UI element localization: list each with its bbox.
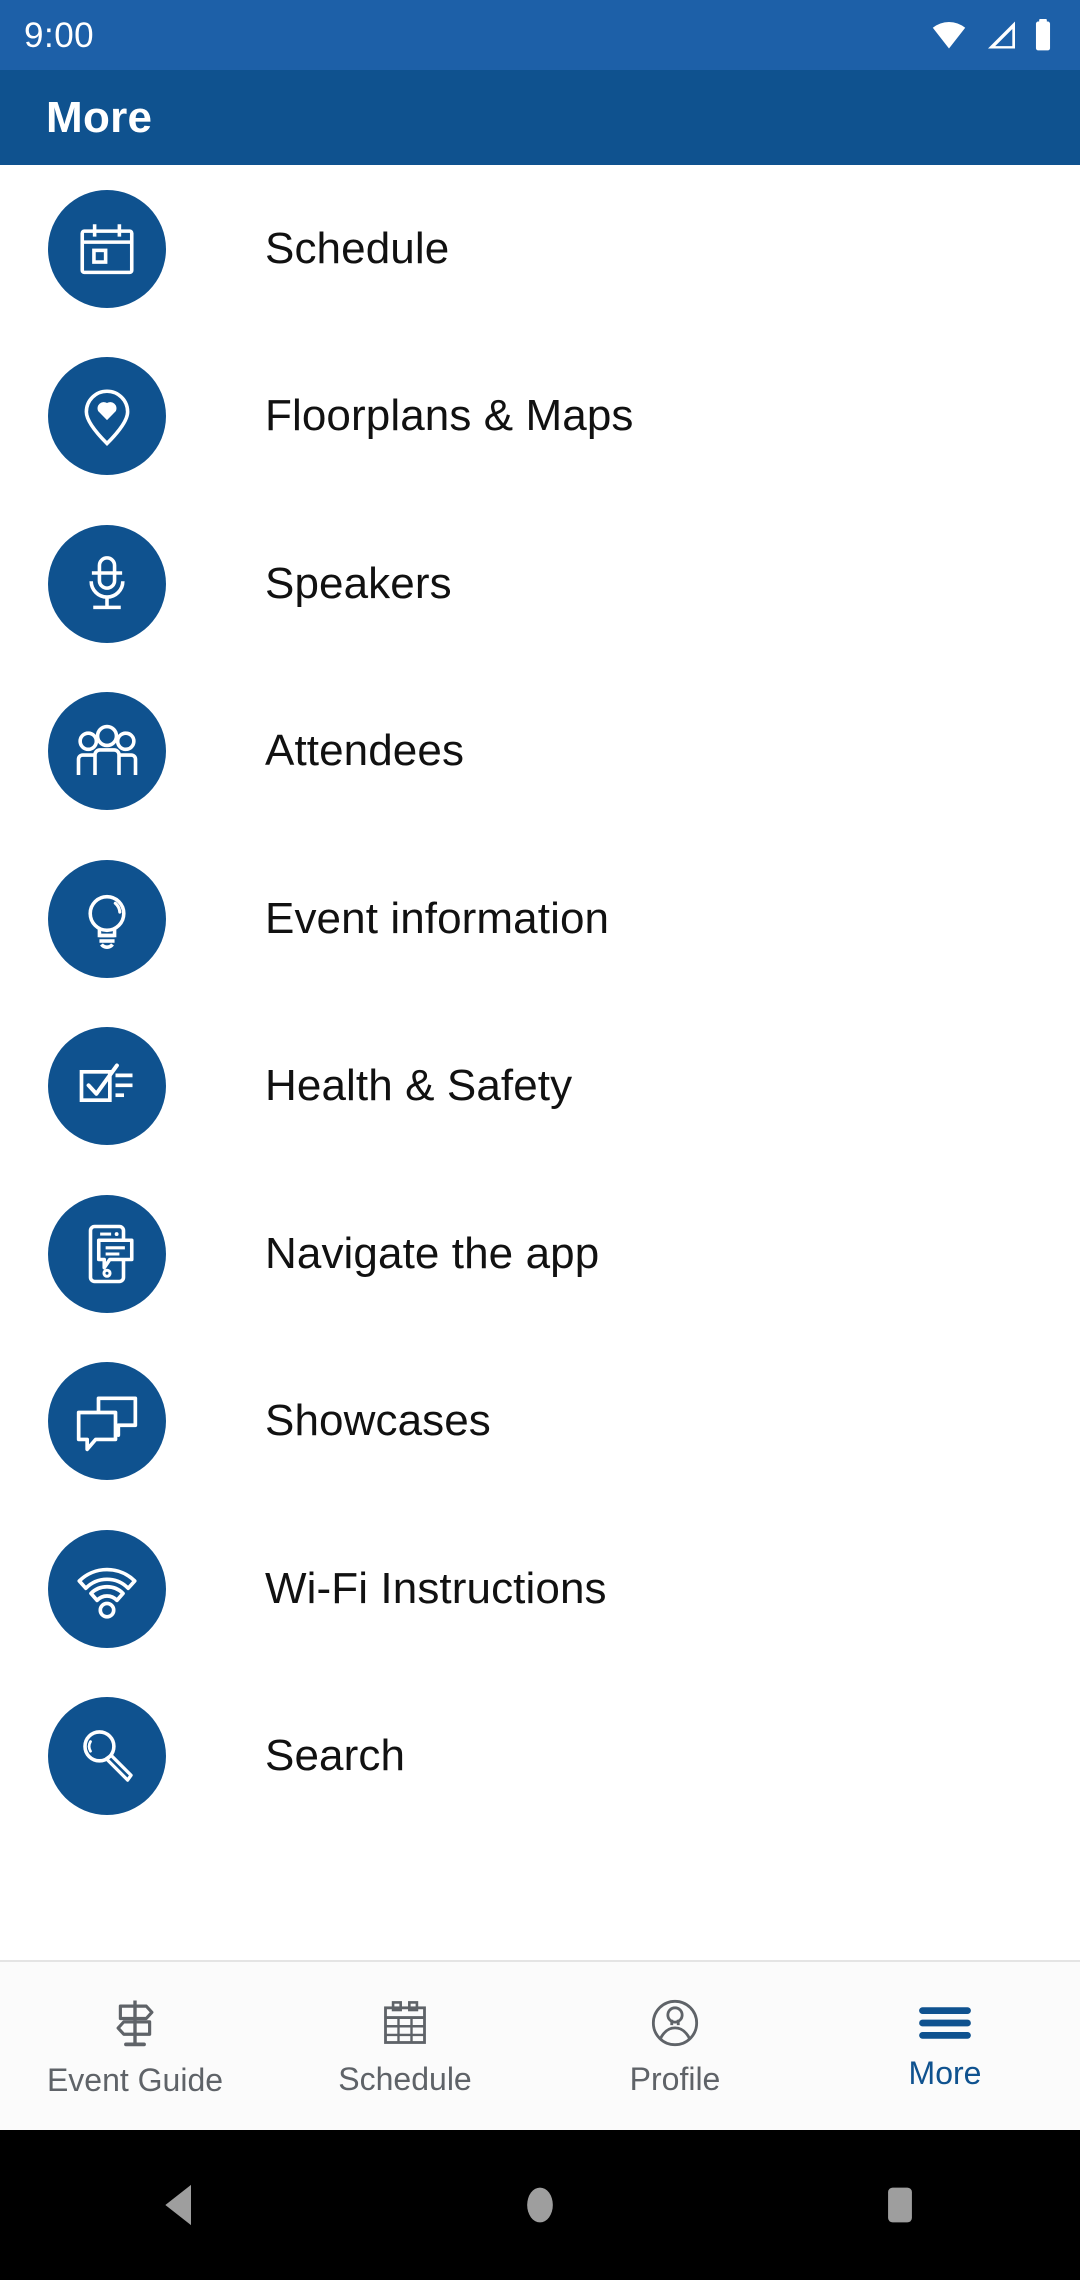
menu-item-label: Schedule: [265, 223, 450, 273]
menu-item-floorplans-maps[interactable]: Floorplans & Maps: [0, 333, 1080, 501]
menu-item-schedule[interactable]: Schedule: [0, 165, 1080, 333]
menu-item-event-information[interactable]: Event information: [0, 835, 1080, 1003]
phone-message-icon: [48, 1194, 166, 1313]
person-circle-icon: [649, 1997, 701, 2049]
bottom-navigation-bar: Event Guide Schedule Profile More: [0, 1960, 1080, 2130]
menu-item-showcases[interactable]: Showcases: [0, 1338, 1080, 1506]
menu-item-label: Speakers: [265, 558, 452, 608]
checklist-icon: [48, 1027, 166, 1146]
menu-item-health-safety[interactable]: Health & Safety: [0, 1003, 1080, 1171]
app-bar: More: [0, 70, 1080, 165]
status-bar: 9:00: [0, 0, 1080, 70]
menu-item-attendees[interactable]: Attendees: [0, 668, 1080, 836]
menu-item-label: Search: [265, 1731, 406, 1781]
menu-item-label: Showcases: [265, 1396, 491, 1446]
status-icons: [930, 19, 1054, 51]
wifi-icon: [930, 20, 968, 50]
menu-item-label: Navigate the app: [265, 1228, 600, 1278]
battery-icon: [1032, 19, 1054, 51]
bottom-nav-item-more[interactable]: More: [810, 1962, 1080, 2130]
bottom-nav-item-schedule[interactable]: Schedule: [270, 1962, 540, 2130]
app-root: 9:00 More Schedule Floorplans & Maps Spe…: [0, 0, 1080, 2280]
home-circle-icon[interactable]: [360, 2181, 720, 2229]
menu-item-wifi-instructions[interactable]: Wi-Fi Instructions: [0, 1505, 1080, 1673]
android-system-nav: [0, 2130, 1080, 2280]
magnifier-icon: [48, 1697, 166, 1816]
menu-item-label: Wi-Fi Instructions: [265, 1563, 607, 1613]
bottom-nav-label: Profile: [629, 2061, 721, 2097]
hamburger-icon: [918, 2003, 972, 2043]
bottom-nav-label: Event Guide: [46, 2062, 224, 2098]
microphone-icon: [48, 524, 166, 643]
signpost-icon: [108, 1996, 162, 2050]
page-title: More: [46, 92, 153, 142]
bottom-nav-label: More: [908, 2055, 982, 2091]
status-clock: 9:00: [24, 15, 95, 55]
speech-bubbles-icon: [48, 1362, 166, 1481]
calendar-icon: [48, 189, 166, 308]
bottom-nav-label: Schedule: [338, 2061, 472, 2097]
people-group-icon: [48, 692, 166, 811]
menu-item-label: Attendees: [265, 726, 465, 776]
more-menu-list[interactable]: Schedule Floorplans & Maps Speakers Atte…: [0, 165, 1080, 1960]
wifi-signal-icon: [48, 1529, 166, 1648]
menu-item-label: Health & Safety: [265, 1061, 573, 1111]
menu-item-search[interactable]: Search: [0, 1673, 1080, 1841]
recents-square-icon[interactable]: [720, 2181, 1080, 2229]
menu-item-label: Event information: [265, 893, 610, 943]
bottom-nav-item-profile[interactable]: Profile: [540, 1962, 810, 2130]
lightbulb-icon: [48, 859, 166, 978]
back-triangle-icon[interactable]: [0, 2181, 360, 2229]
menu-item-speakers[interactable]: Speakers: [0, 500, 1080, 668]
cellular-signal-icon: [982, 20, 1018, 50]
menu-item-label: Floorplans & Maps: [265, 391, 634, 441]
map-pin-heart-icon: [48, 357, 166, 476]
calendar-grid-icon: [379, 1997, 431, 2049]
bottom-nav-item-event-guide[interactable]: Event Guide: [0, 1962, 270, 2130]
menu-item-navigate-the-app[interactable]: Navigate the app: [0, 1170, 1080, 1338]
